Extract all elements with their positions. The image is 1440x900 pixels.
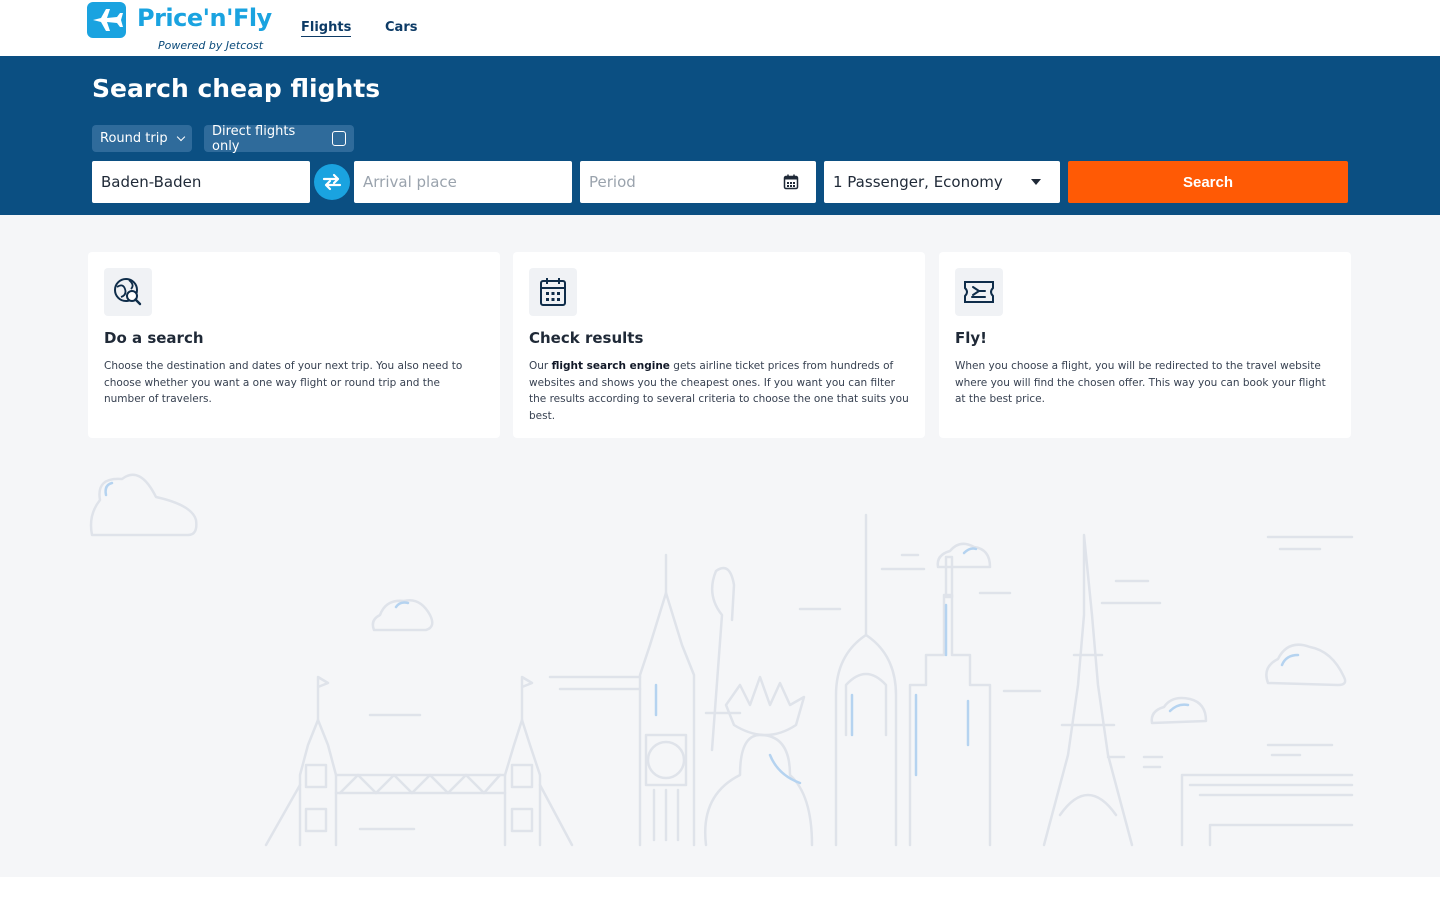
trip-type-label: Round trip [100,131,168,146]
step-icon-box [529,268,577,316]
page-footer [0,877,1440,900]
step-title: Fly! [955,329,988,347]
globe-search-icon [114,278,142,306]
period-placeholder: Period [589,173,636,191]
arrival-input[interactable]: Arrival place [354,161,572,203]
step-title: Check results [529,329,644,347]
step-title: Do a search [104,329,204,347]
search-button[interactable]: Search [1068,161,1348,203]
chevron-down-icon [176,132,185,142]
step-description: Choose the destination and dates of your… [104,360,463,405]
nav-cars[interactable]: Cars [385,20,417,35]
plane-logo-icon [87,2,126,38]
step-icon-box [955,268,1003,316]
step-description: When you choose a flight, you will be re… [955,360,1326,405]
page-title: Search cheap flights [92,74,381,103]
direct-flights-toggle[interactable]: Direct flights only [204,123,354,154]
passengers-value: 1 Passenger, Economy [833,173,1003,191]
direct-flights-label: Direct flights only [212,123,296,154]
swap-button[interactable] [314,164,350,200]
swap-arrows-icon [322,173,342,191]
calendar-icon [540,278,566,306]
logo-wordmark: Price'n'Fly [137,4,272,32]
boarding-pass-icon [964,281,994,303]
period-input[interactable]: Period [580,161,816,203]
logo-tagline: Powered by Jetcost [158,39,264,52]
brand-logo[interactable]: Price'n'Fly Powered by Jetcost [87,2,277,54]
how-it-works-section: Do a search Choose the destination and d… [0,215,1440,877]
trip-type-dropdown[interactable]: Round trip [92,125,192,152]
top-header: Price'n'Fly Powered by Jetcost Flights C… [0,0,1440,56]
search-panel: Search cheap flights Round trip Direct f… [0,56,1440,215]
step-card-results: Check results Our flight search engine g… [513,252,925,438]
step-description-highlight: flight search engine [551,360,670,372]
origin-input[interactable]: Baden-Baden [92,161,310,203]
step-icon-box [104,268,152,316]
caret-down-icon [1031,179,1041,185]
step-card-fly: Fly! When you choose a flight, you will … [939,252,1351,438]
step-description: Our flight search engine gets airline ti… [529,360,909,422]
step-card-search: Do a search Choose the destination and d… [88,252,500,438]
direct-flights-checkbox[interactable] [331,131,346,146]
calendar-icon [783,174,799,190]
passengers-select[interactable]: 1 Passenger, Economy [824,161,1060,203]
nav-flights[interactable]: Flights [301,20,352,37]
